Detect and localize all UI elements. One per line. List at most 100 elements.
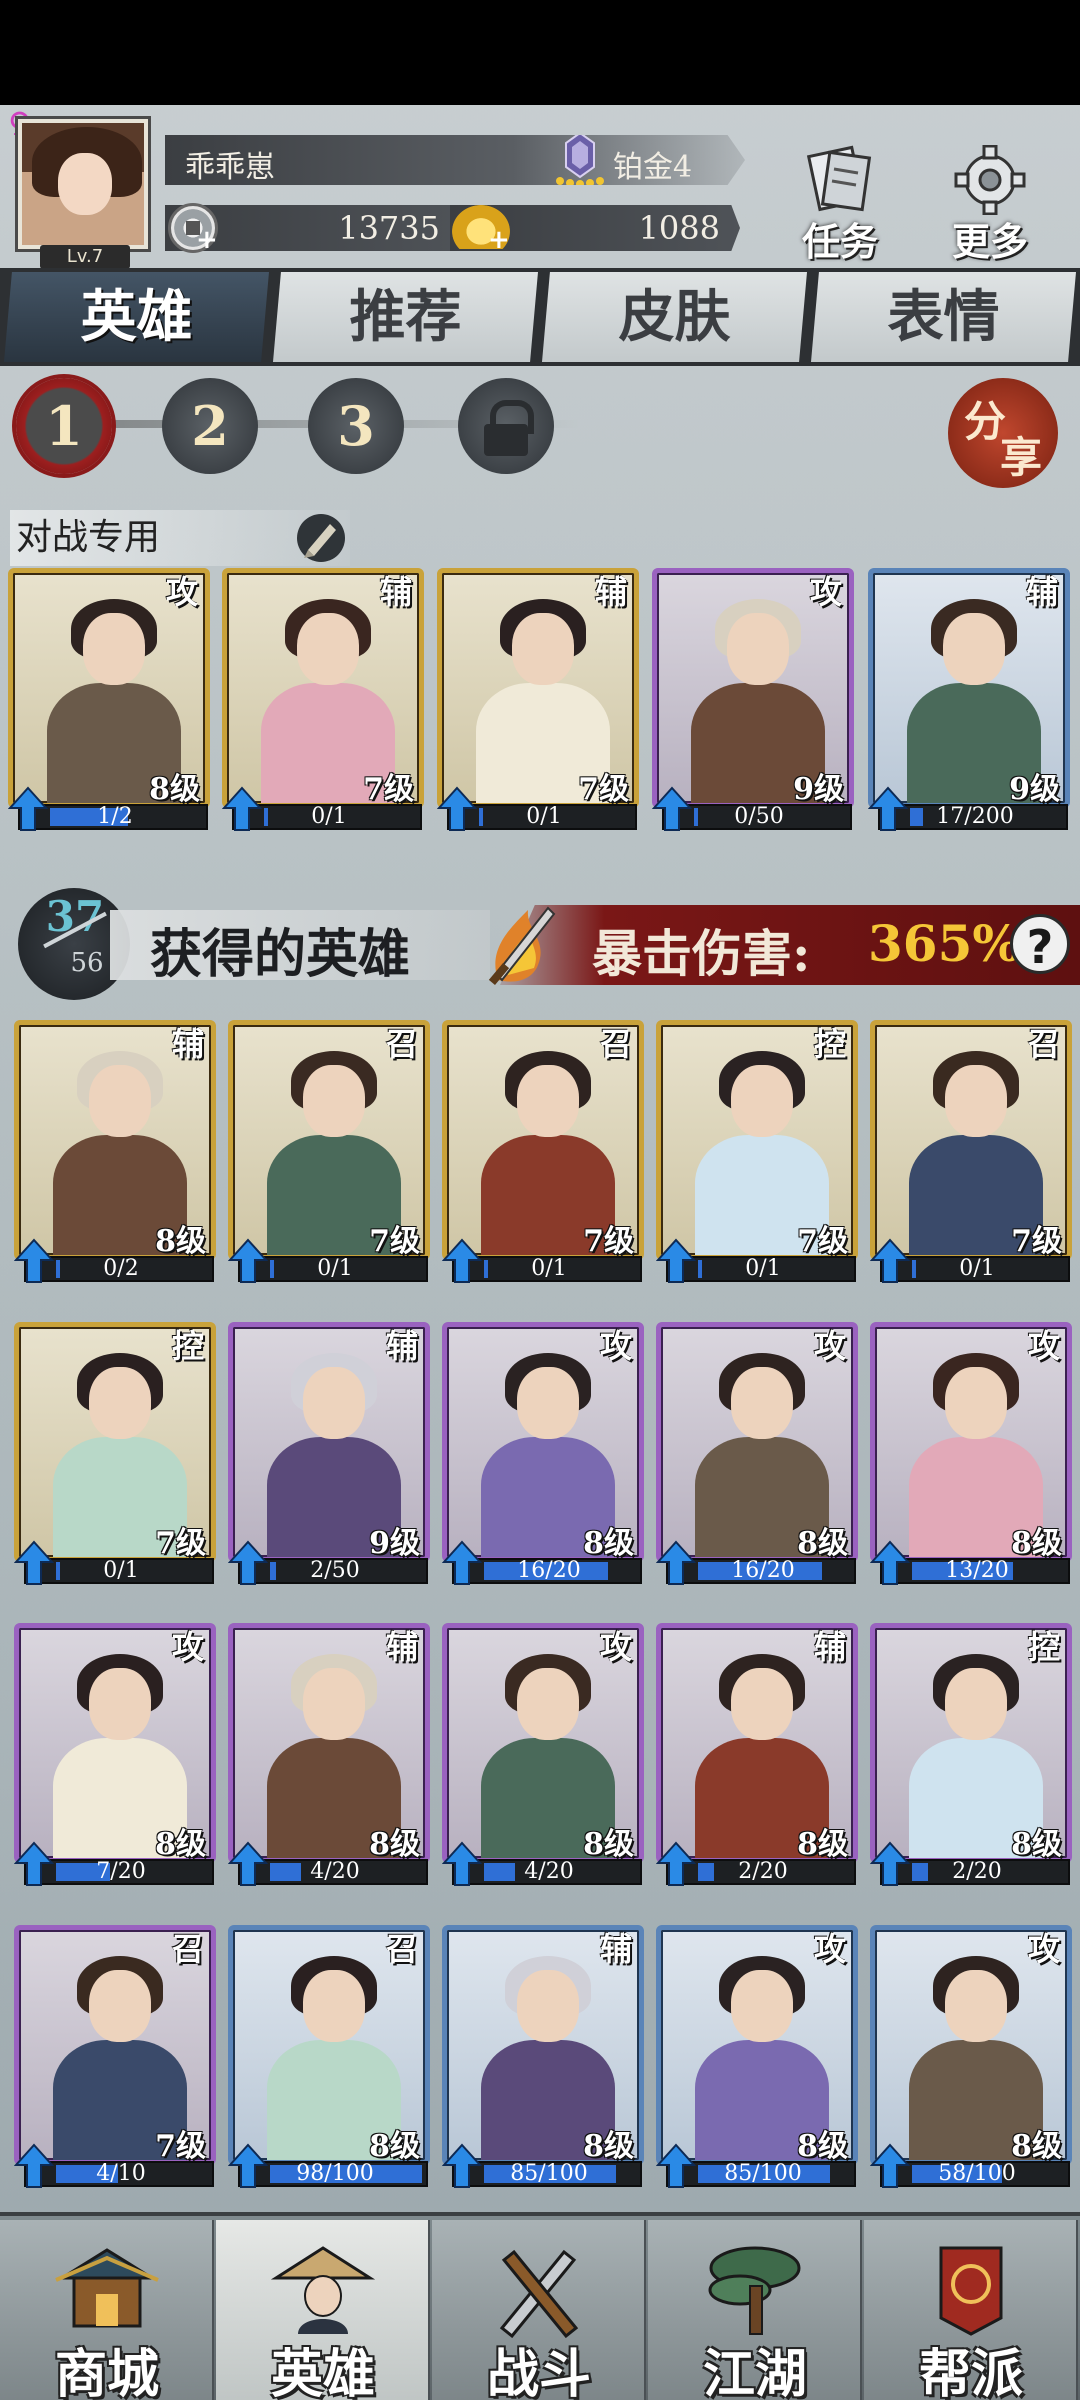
tab-heroes[interactable]: 英雄	[4, 272, 269, 362]
avatar[interactable]	[18, 119, 148, 249]
hero-role-badge: 控	[171, 1327, 204, 1365]
hero-level: 8级	[797, 2129, 848, 2164]
obtained-hero-card[interactable]: 攻 8级 7/20	[14, 1623, 216, 1887]
upgrade-arrow-icon[interactable]	[442, 1841, 482, 1887]
coins-value: 13735	[338, 209, 440, 247]
upgrade-arrow-icon[interactable]	[8, 786, 48, 832]
upgrade-arrow-icon[interactable]	[868, 786, 908, 832]
squad-1-button[interactable]: 1	[16, 378, 112, 474]
hero-level: 7级	[155, 1526, 206, 1561]
obtained-hero-card[interactable]: 攻 8级 4/20	[442, 1623, 644, 1887]
hero-role-badge: 攻	[809, 573, 842, 611]
upgrade-arrow-icon[interactable]	[870, 1238, 910, 1284]
more-button[interactable]: 更多	[935, 144, 1045, 265]
hero-level: 8级	[369, 1827, 420, 1862]
obtained-hero-card[interactable]: 召 7级 0/1	[870, 1020, 1072, 1284]
nav-battle[interactable]: 战斗	[432, 2220, 646, 2400]
tab-skins[interactable]: 皮肤	[542, 272, 807, 362]
upgrade-arrow-icon[interactable]	[870, 1841, 910, 1887]
upgrade-arrow-icon[interactable]	[228, 1540, 268, 1586]
brush-edit-icon[interactable]	[292, 510, 350, 566]
help-icon[interactable]: ?	[1010, 914, 1070, 974]
hero-level: 8级	[155, 1827, 206, 1862]
scroll-icon	[806, 145, 872, 212]
hero-progress-text: 1/2	[97, 804, 133, 829]
add-coins-icon[interactable]: +	[196, 227, 220, 253]
upgrade-arrow-icon[interactable]	[14, 2143, 54, 2189]
upgrade-arrow-icon[interactable]	[14, 1540, 54, 1586]
upgrade-arrow-icon[interactable]	[14, 1841, 54, 1887]
tab-emotes[interactable]: 表情	[811, 272, 1076, 362]
nav-guild[interactable]: 帮派	[864, 2220, 1078, 2400]
hero-progress-text: 0/1	[103, 1558, 139, 1583]
hero-role-badge: 召	[385, 1930, 418, 1968]
upgrade-arrow-icon[interactable]	[656, 1540, 696, 1586]
hero-progress-text: 85/100	[724, 2161, 802, 2186]
upgrade-arrow-icon[interactable]	[228, 1841, 268, 1887]
upgrade-arrow-icon[interactable]	[442, 2143, 482, 2189]
hero-level: 9级	[793, 772, 844, 807]
obtained-hero-card[interactable]: 攻 8级 13/20	[870, 1322, 1072, 1586]
upgrade-arrow-icon[interactable]	[870, 1540, 910, 1586]
upgrade-arrow-icon[interactable]	[228, 2143, 268, 2189]
hero-level: 8级	[155, 1224, 206, 1259]
obtained-hero-card[interactable]: 攻 8级 16/20	[656, 1322, 858, 1586]
share-button[interactable]: 分享	[948, 378, 1058, 488]
upgrade-arrow-icon[interactable]	[656, 1238, 696, 1284]
add-gold-icon[interactable]: +	[488, 227, 512, 253]
upgrade-arrow-icon[interactable]	[656, 1841, 696, 1887]
upgrade-arrow-icon[interactable]	[442, 1540, 482, 1586]
obtained-hero-card[interactable]: 辅 8级 4/20	[228, 1623, 430, 1887]
nav-shop[interactable]: 商城	[0, 2220, 214, 2400]
obtained-hero-card[interactable]: 控 7级 0/1	[14, 1322, 216, 1586]
lock-icon[interactable]	[458, 378, 554, 474]
obtained-hero-card[interactable]: 辅 8级 2/20	[656, 1623, 858, 1887]
obtained-hero-card[interactable]: 辅 8级 0/2	[14, 1020, 216, 1284]
upgrade-arrow-icon[interactable]	[437, 786, 477, 832]
pavilion-icon	[55, 2248, 159, 2328]
guild-banner-icon	[939, 2246, 1003, 2336]
battle-hero-card[interactable]: 辅 7级 0/1	[437, 568, 639, 832]
nav-jianghu[interactable]: 江湖	[648, 2220, 862, 2400]
upgrade-arrow-icon[interactable]	[14, 1238, 54, 1284]
upgrade-arrow-icon[interactable]	[870, 2143, 910, 2189]
battle-hero-card[interactable]: 辅 7级 0/1	[222, 568, 424, 832]
hero-role-badge: 召	[1027, 1025, 1060, 1063]
tasks-button[interactable]: 任务	[785, 145, 895, 265]
nav-heroes[interactable]: 英雄	[216, 2220, 430, 2400]
upgrade-arrow-icon[interactable]	[222, 786, 262, 832]
tasks-label: 任务	[801, 219, 878, 264]
upgrade-arrow-icon[interactable]	[442, 1238, 482, 1284]
upgrade-arrow-icon[interactable]	[228, 1238, 268, 1284]
obtained-hero-card[interactable]: 召 8级 98/100	[228, 1925, 430, 2189]
obtained-hero-card[interactable]: 攻 8级 16/20	[442, 1322, 644, 1586]
hero-level: 7级	[578, 772, 629, 807]
crit-damage-label: 暴击伤害:	[592, 924, 811, 983]
player-level: Lv.7	[40, 245, 130, 269]
hero-level: 8级	[149, 772, 200, 807]
obtained-hero-card[interactable]: 攻 8级 58/100	[870, 1925, 1072, 2189]
battle-hero-card[interactable]: 攻 9级 0/50	[652, 568, 854, 832]
tab-recommend[interactable]: 推荐	[273, 272, 538, 362]
hero-progress-text: 85/100	[510, 2161, 588, 2186]
upgrade-arrow-icon[interactable]	[652, 786, 692, 832]
nav-heroes-label: 英雄	[270, 2344, 375, 2400]
squad-2-button[interactable]: 2	[162, 378, 258, 474]
hero-level: 8级	[1011, 2129, 1062, 2164]
obtained-hero-card[interactable]: 召 7级 4/10	[14, 1925, 216, 2189]
obtained-hero-card[interactable]: 召 7级 0/1	[228, 1020, 430, 1284]
squad-3-button[interactable]: 3	[308, 378, 404, 474]
obtained-hero-card[interactable]: 召 7级 0/1	[442, 1020, 644, 1284]
obtained-hero-card[interactable]: 攻 8级 85/100	[656, 1925, 858, 2189]
upgrade-arrow-icon[interactable]	[656, 2143, 696, 2189]
obtained-hero-card[interactable]: 辅 8级 85/100	[442, 1925, 644, 2189]
obtained-hero-card[interactable]: 辅 9级 2/50	[228, 1322, 430, 1586]
hero-role-badge: 召	[385, 1025, 418, 1063]
hero-progress-text: 0/1	[531, 1256, 567, 1281]
battle-hero-card[interactable]: 攻 8级 1/2	[8, 568, 210, 832]
hero-role-badge: 辅	[385, 1628, 418, 1666]
hero-level: 8级	[797, 1526, 848, 1561]
obtained-hero-card[interactable]: 控 8级 2/20	[870, 1623, 1072, 1887]
obtained-hero-card[interactable]: 控 7级 0/1	[656, 1020, 858, 1284]
battle-hero-card[interactable]: 辅 9级 17/200	[868, 568, 1070, 832]
